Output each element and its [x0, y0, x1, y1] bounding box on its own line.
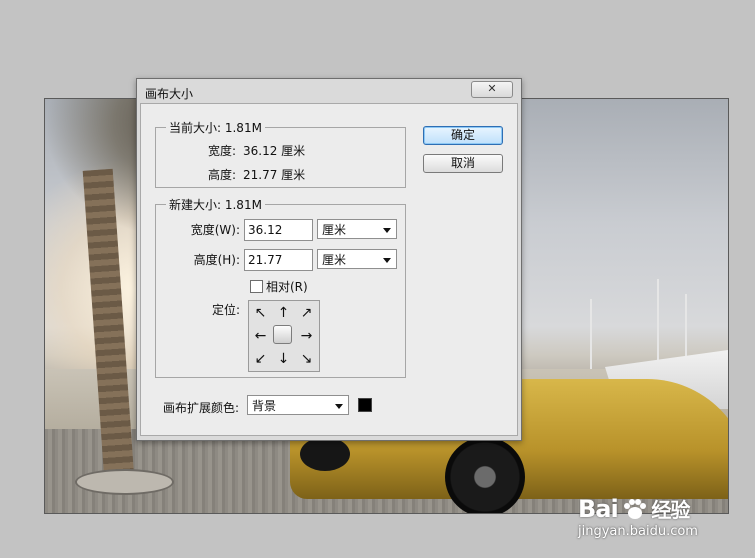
width-unit-select[interactable]: 厘米 [317, 219, 397, 239]
current-width-label: 宽度: [207, 144, 236, 158]
new-width-label: 宽度(W): [190, 223, 240, 237]
current-width-value: 36.12 厘米 [243, 144, 306, 158]
extension-color-label: 画布扩展颜色: [163, 401, 240, 415]
height-unit-select[interactable]: 厘米 [317, 249, 397, 269]
dialog-titlebar[interactable]: 画布大小 ✕ [137, 79, 521, 105]
new-size-group: 新建大小: 1.81M 宽度(W): 36.12 厘米 高度(H): 21.77… [155, 196, 406, 378]
boat-mast [590, 299, 592, 369]
relative-label: 相对(R) [266, 280, 308, 294]
height-input[interactable]: 21.77 [244, 249, 313, 271]
anchor-bottom-right[interactable]: ↘ [295, 347, 318, 370]
new-size-label: 新建大小: 1.81M [166, 196, 265, 213]
arrow-right-icon: → [300, 327, 313, 344]
extension-color-select[interactable]: 背景 [247, 395, 349, 415]
baidu-jingyan-watermark: Bai 经验 jingyan.baidu.com [578, 494, 698, 539]
current-size-label: 当前大小: 1.81M [166, 119, 265, 136]
anchor-grid: ↖ ↑ ↗ ← → ↙ ↓ ↘ [248, 300, 320, 372]
chevron-down-icon [383, 258, 391, 263]
anchor-top-left[interactable]: ↖ [249, 301, 272, 324]
relative-checkbox[interactable] [250, 280, 263, 293]
new-height-label: 高度(H): [193, 253, 240, 267]
ok-button[interactable]: 确定 [423, 126, 503, 145]
arrow-left-icon: ← [254, 327, 267, 344]
arrow-up-icon: ↑ [277, 304, 290, 321]
planter [75, 469, 174, 495]
anchor-middle-right[interactable]: → [295, 324, 318, 347]
anchor-label: 定位: [211, 303, 240, 317]
canvas-size-dialog: 画布大小 ✕ 当前大小: 1.81M 宽度: 36.12 厘米 高度: 21.7… [136, 78, 522, 441]
anchor-bottom-left[interactable]: ↙ [249, 347, 272, 370]
width-unit-value: 厘米 [322, 223, 347, 237]
watermark-brand: Bai [578, 495, 619, 523]
current-size-group: 当前大小: 1.81M 宽度: 36.12 厘米 高度: 21.77 厘米 [155, 119, 406, 188]
watermark-url: jingyan.baidu.com [578, 524, 698, 539]
height-unit-value: 厘米 [322, 253, 347, 267]
anchor-center[interactable] [273, 325, 292, 344]
cancel-button[interactable]: 取消 [423, 154, 503, 173]
current-height-value: 21.77 厘米 [243, 168, 306, 182]
arrow-down-icon: ↓ [277, 350, 290, 367]
anchor-bottom-center[interactable]: ↓ [272, 347, 295, 370]
arrow-up-left-icon: ↖ [254, 304, 267, 321]
extension-color-swatch[interactable] [358, 398, 372, 412]
close-button[interactable]: ✕ [471, 81, 513, 98]
dialog-title: 画布大小 [145, 87, 194, 101]
anchor-top-right[interactable]: ↗ [295, 301, 318, 324]
anchor-top-center[interactable]: ↑ [272, 301, 295, 324]
arrow-up-right-icon: ↗ [300, 304, 313, 321]
boat-mast [657, 279, 659, 369]
close-icon: ✕ [487, 82, 497, 95]
car-wheel-front [300, 437, 350, 471]
arrow-down-left-icon: ↙ [254, 350, 267, 367]
chevron-down-icon [383, 228, 391, 233]
extension-color-value: 背景 [252, 399, 277, 413]
dialog-body: 当前大小: 1.81M 宽度: 36.12 厘米 高度: 21.77 厘米 确定… [140, 103, 518, 436]
arrow-down-right-icon: ↘ [300, 350, 313, 367]
anchor-middle-left[interactable]: ← [249, 324, 272, 347]
paw-icon [623, 499, 646, 519]
current-height-label: 高度: [207, 168, 236, 182]
width-input[interactable]: 36.12 [244, 219, 313, 241]
chevron-down-icon [335, 404, 343, 409]
car-wheel-rear [445, 437, 525, 513]
watermark-brand-suffix: 经验 [651, 498, 690, 522]
